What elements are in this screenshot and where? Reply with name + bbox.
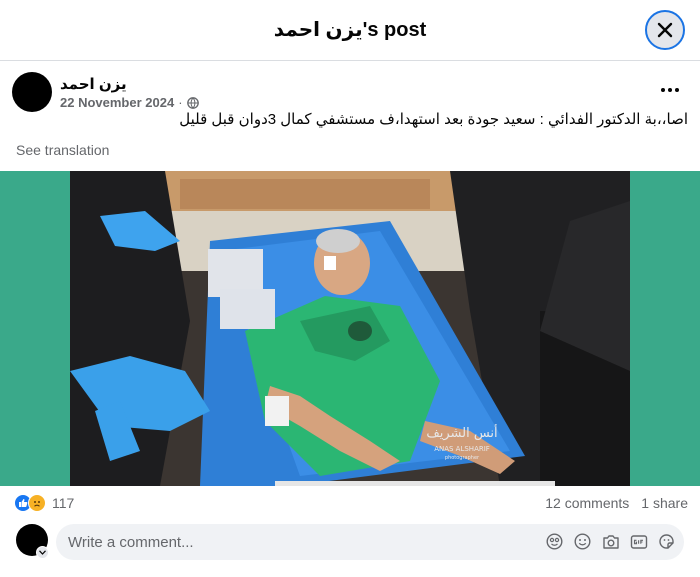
post-date[interactable]: 22 November 2024 — [60, 95, 174, 110]
globe-icon — [186, 96, 199, 109]
post-meta: 22 November 2024 · — [60, 95, 199, 110]
reaction-icons — [14, 494, 46, 512]
gif-button[interactable] — [629, 532, 648, 551]
comment-input[interactable] — [68, 524, 528, 560]
engagement-stats: 12 comments 1 share — [545, 495, 688, 511]
watermark-arabic: أنس الشريف — [426, 424, 497, 441]
watermark-name: ANAS ALSHARIF — [434, 445, 490, 453]
emoji-icon — [574, 533, 591, 550]
post-video-frame[interactable]: أنس الشريف ANAS ALSHARIF photographer — [70, 171, 630, 486]
camera-button[interactable] — [601, 532, 620, 551]
sad-icon — [28, 494, 46, 512]
reaction-count: 117 — [52, 495, 75, 511]
more-icon — [661, 88, 679, 92]
avatar-sticker-button[interactable] — [545, 532, 564, 551]
avatar-sticker-icon — [546, 533, 563, 550]
camera-icon — [602, 534, 619, 549]
meta-separator: · — [178, 95, 183, 110]
post-dialog-header: يزن احمد's post — [0, 0, 700, 61]
emoji-button[interactable] — [573, 532, 592, 551]
see-translation-link[interactable]: See translation — [16, 142, 109, 158]
gif-icon — [630, 534, 647, 549]
author-avatar[interactable] — [12, 72, 52, 112]
comment-tools — [545, 532, 676, 551]
sticker-button[interactable] — [657, 532, 676, 551]
more-options-button[interactable] — [652, 78, 688, 102]
shares-count-link[interactable]: 1 share — [641, 495, 688, 511]
author-name[interactable]: يزن احمد — [60, 75, 127, 93]
reactions-summary[interactable]: 117 — [14, 494, 74, 512]
comments-count-link[interactable]: 12 comments — [545, 495, 629, 511]
post-text: اصا،،بة الدكتور الفدائي : سعيد جودة بعد … — [179, 111, 688, 128]
close-button[interactable] — [645, 10, 685, 50]
photo-scene: أنس الشريف ANAS ALSHARIF photographer — [70, 171, 630, 486]
avatar-chevron-icon[interactable] — [36, 546, 49, 559]
watermark-role: photographer — [445, 455, 480, 461]
comment-composer — [16, 524, 686, 560]
post-media[interactable]: أنس الشريف ANAS ALSHARIF photographer — [0, 171, 700, 486]
dialog-title: يزن احمد's post — [273, 19, 427, 41]
sticker-icon — [659, 534, 674, 549]
close-icon — [657, 22, 673, 38]
comment-input-wrapper — [56, 524, 684, 560]
